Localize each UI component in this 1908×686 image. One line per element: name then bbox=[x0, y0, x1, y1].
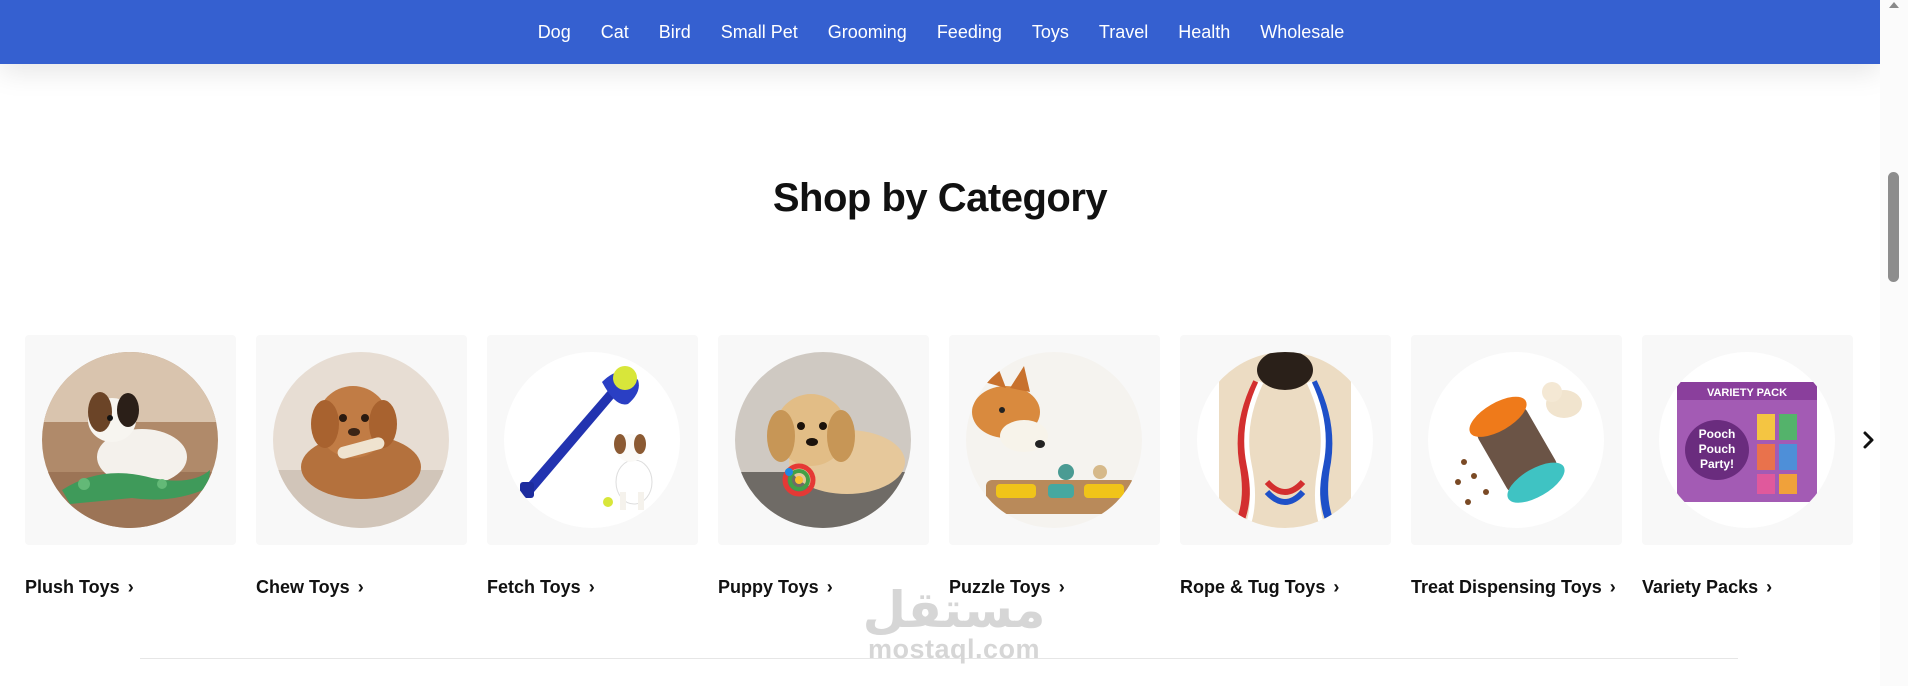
category-label-text: Chew Toys bbox=[256, 577, 350, 597]
watermark: مستقل mostaql.com bbox=[862, 585, 1046, 663]
section-title: Shop by Category bbox=[772, 176, 1108, 220]
category-image-frame bbox=[1411, 335, 1622, 545]
chevron-right-icon: › bbox=[826, 577, 833, 597]
category-card-puppy-toys[interactable]: Puppy Toys › bbox=[718, 335, 929, 597]
chevron-right-icon: › bbox=[588, 577, 595, 597]
category-label[interactable]: Treat Dispensing Toys › bbox=[1411, 577, 1616, 598]
puzzle-toys-image bbox=[966, 352, 1142, 528]
category-card-fetch-toys[interactable]: Fetch Toys › bbox=[487, 335, 698, 597]
nav-link-small-pet[interactable]: Small Pet bbox=[721, 22, 798, 43]
chevron-right-icon: › bbox=[127, 577, 134, 597]
carousel-next-button[interactable] bbox=[1860, 425, 1880, 455]
category-card-chew-toys[interactable]: Chew Toys › bbox=[256, 335, 467, 597]
category-card-plush-toys[interactable]: Plush Toys › bbox=[25, 335, 236, 597]
chevron-right-icon: › bbox=[1058, 577, 1065, 597]
category-label-text: Fetch Toys bbox=[487, 577, 581, 597]
category-label[interactable]: Chew Toys › bbox=[256, 577, 364, 598]
nav-link-health[interactable]: Health bbox=[1178, 22, 1230, 43]
category-label-text: Plush Toys bbox=[25, 577, 120, 597]
category-image-frame bbox=[487, 335, 698, 545]
treat-dispensing-toys-image bbox=[1428, 352, 1604, 528]
category-image-frame bbox=[949, 335, 1160, 545]
chevron-right-icon: › bbox=[1333, 577, 1340, 597]
nav-link-toys[interactable]: Toys bbox=[1032, 22, 1069, 43]
fetch-toys-image bbox=[504, 352, 680, 528]
watermark-latin: mostaql.com bbox=[867, 634, 1041, 664]
page-scrollbar[interactable] bbox=[1880, 0, 1908, 686]
rope-tug-toys-image bbox=[1197, 352, 1373, 528]
category-image-frame bbox=[256, 335, 467, 545]
category-label-text: Variety Packs bbox=[1642, 577, 1759, 597]
scrollbar-thumb[interactable] bbox=[1888, 172, 1899, 282]
scroll-up-arrow[interactable] bbox=[1889, 2, 1899, 8]
nav-link-bird[interactable]: Bird bbox=[659, 22, 691, 43]
category-card-rope-tug-toys[interactable]: Rope & Tug Toys › bbox=[1180, 335, 1391, 597]
chevron-right-icon: › bbox=[357, 577, 364, 597]
category-label[interactable]: Fetch Toys › bbox=[487, 577, 595, 598]
category-card-treat-dispensing-toys[interactable]: Treat Dispensing Toys › bbox=[1411, 335, 1622, 597]
category-label[interactable]: Puppy Toys › bbox=[718, 577, 833, 598]
category-label[interactable]: Rope & Tug Toys › bbox=[1180, 577, 1339, 598]
category-image-frame: VARIETY PACK Pooch Pouch Party! bbox=[1642, 335, 1853, 545]
chevron-right-icon: › bbox=[1609, 577, 1616, 597]
nav-link-wholesale[interactable]: Wholesale bbox=[1260, 22, 1344, 43]
variety-pack-heading: VARIETY PACK bbox=[1707, 387, 1787, 399]
puppy-toys-image bbox=[735, 352, 911, 528]
category-card-variety-packs[interactable]: VARIETY PACK Pooch Pouch Party! Variety … bbox=[1642, 335, 1853, 597]
plush-toys-image bbox=[42, 352, 218, 528]
category-image-frame bbox=[1180, 335, 1391, 545]
nav-link-feeding[interactable]: Feeding bbox=[937, 22, 1002, 43]
nav-link-travel[interactable]: Travel bbox=[1099, 22, 1148, 43]
variety-packs-image: VARIETY PACK Pooch Pouch Party! bbox=[1659, 352, 1835, 528]
variety-pack-slogan-3: Party! bbox=[1700, 457, 1734, 471]
variety-pack-slogan-1: Pooch bbox=[1699, 427, 1736, 441]
nav-link-cat[interactable]: Cat bbox=[601, 22, 629, 43]
nav-link-grooming[interactable]: Grooming bbox=[828, 22, 907, 43]
chevron-right-icon: › bbox=[1766, 577, 1773, 597]
top-navbar: Dog Cat Bird Small Pet Grooming Feeding … bbox=[0, 0, 1880, 64]
chew-toys-image bbox=[273, 352, 449, 528]
category-image-frame bbox=[25, 335, 236, 545]
category-label-text: Puppy Toys bbox=[718, 577, 819, 597]
category-label[interactable]: Variety Packs › bbox=[1642, 577, 1772, 598]
category-label-text: Rope & Tug Toys bbox=[1180, 577, 1326, 597]
category-label-text: Treat Dispensing Toys bbox=[1411, 577, 1602, 597]
category-image-frame bbox=[718, 335, 929, 545]
main-nav: Dog Cat Bird Small Pet Grooming Feeding … bbox=[0, 0, 1880, 64]
category-label[interactable]: Plush Toys › bbox=[25, 577, 134, 598]
chevron-right-icon bbox=[1863, 431, 1874, 449]
variety-pack-slogan-2: Pouch bbox=[1699, 442, 1736, 456]
watermark-arabic: مستقل bbox=[862, 581, 1046, 639]
nav-link-dog[interactable]: Dog bbox=[538, 22, 571, 43]
category-card-puzzle-toys[interactable]: Puzzle Toys › bbox=[949, 335, 1160, 597]
